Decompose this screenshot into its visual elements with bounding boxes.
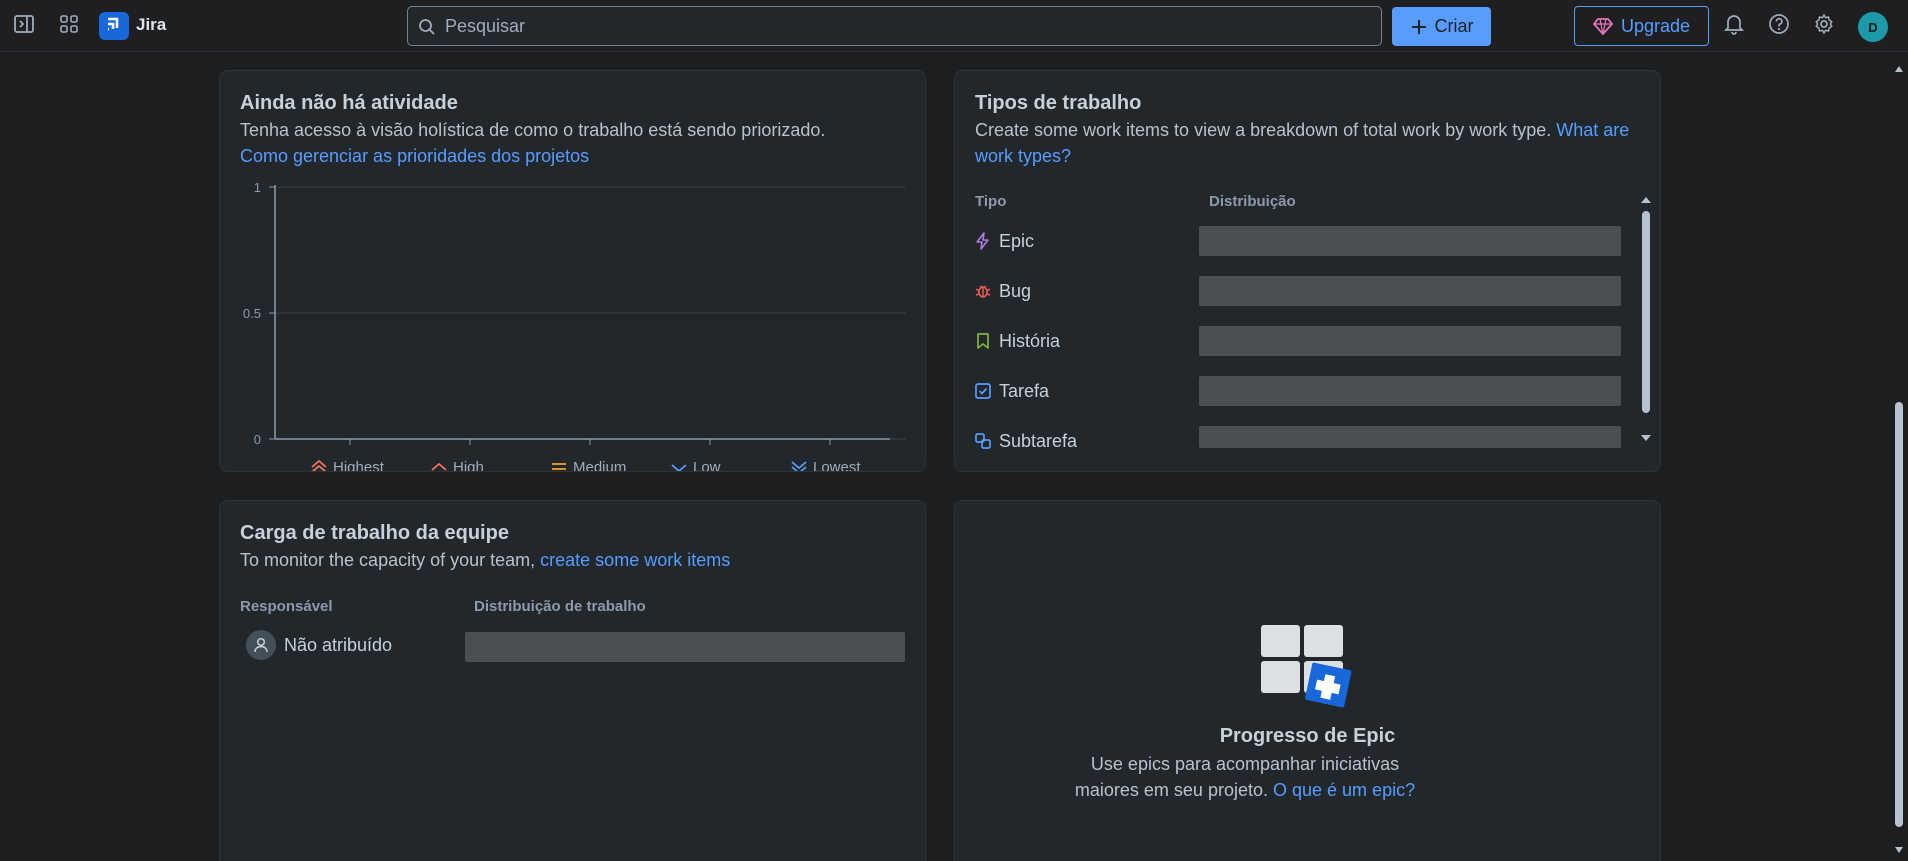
category-label: High	[453, 459, 484, 471]
work-type-row-epic: Epic	[973, 226, 1034, 256]
category-label: Medium	[573, 459, 626, 471]
assignee-name: Não atribuído	[284, 634, 393, 655]
search-box[interactable]	[407, 6, 1382, 46]
priority-help-link[interactable]: Como gerenciar as prioridades dos projet…	[240, 143, 589, 169]
app-switcher-icon[interactable]	[57, 12, 81, 36]
high-priority-icon	[431, 462, 447, 471]
work-type-label: Tarefa	[999, 380, 1050, 401]
distribution-bar	[1199, 426, 1621, 448]
distribution-column-header: Distribuição	[1209, 193, 1296, 210]
priority-card-subtitle: Tenha acesso à visão holística de como o…	[240, 120, 826, 140]
workload-distribution-bar	[465, 632, 905, 662]
low-priority-icon	[671, 464, 687, 471]
category-label: Low	[693, 459, 721, 471]
create-button[interactable]: Criar	[1392, 7, 1491, 46]
subtask-icon	[973, 431, 993, 451]
bug-icon	[973, 281, 993, 301]
user-avatar[interactable]: D	[1858, 12, 1888, 42]
bell-icon[interactable]	[1722, 12, 1746, 36]
plus-icon	[1411, 19, 1426, 34]
distribution-bar	[1199, 376, 1621, 406]
priority-chart: 1 0.5 0 Highest High Medium Low Lowest	[243, 180, 906, 471]
upgrade-button-label: Upgrade	[1620, 15, 1691, 36]
workload-subtitle: To monitor the capacity of your team, cr…	[240, 547, 910, 573]
type-column-header: Tipo	[975, 193, 1007, 210]
priority-card: Ainda não há atividade Tenha acesso à vi…	[219, 70, 926, 472]
page-scrollbar[interactable]	[1890, 52, 1908, 861]
what-is-epic-link[interactable]: O que é um epic?	[1273, 780, 1415, 800]
category-label: Lowest	[813, 459, 861, 471]
upgrade-button[interactable]: Upgrade	[1574, 6, 1709, 46]
search-icon	[419, 19, 435, 35]
task-icon	[973, 381, 993, 401]
distribution-bar	[1199, 276, 1621, 306]
gem-icon	[1592, 18, 1613, 35]
assignee-row: Não atribuído	[246, 630, 392, 660]
help-icon[interactable]	[1767, 12, 1791, 36]
priority-card-title: Ainda não há atividade	[240, 92, 458, 114]
team-workload-card: Carga de trabalho da equipe To monitor t…	[219, 500, 926, 861]
jira-logo-icon[interactable]	[99, 12, 129, 40]
distribution-bar	[1199, 226, 1621, 256]
workload-title: Carga de trabalho da equipe	[240, 522, 509, 544]
work-types-subtitle-text: Create some work items to view a breakdo…	[975, 120, 1552, 140]
work-types-subtitle: Create some work items to view a breakdo…	[975, 117, 1645, 169]
highest-priority-icon	[311, 459, 327, 471]
work-type-row-story: História	[973, 326, 1060, 356]
top-navigation-bar: Jira Criar Upgrade D	[0, 0, 1908, 52]
workload-subtitle-text: To monitor the capacity of your team,	[240, 550, 536, 570]
epic-progress-title: Progresso de Epic	[1219, 725, 1396, 747]
work-type-label: Bug	[999, 280, 1032, 301]
app-name[interactable]: Jira	[136, 15, 166, 35]
medium-priority-icon	[552, 463, 566, 470]
work-type-label: Epic	[999, 230, 1035, 251]
assignee-column-header: Responsável	[240, 598, 333, 615]
category-label: Highest	[333, 459, 385, 471]
work-type-label: História	[999, 330, 1061, 351]
work-type-row-task: Tarefa	[973, 376, 1049, 406]
create-work-items-link[interactable]: create some work items	[540, 550, 730, 570]
work-types-card: Tipos de trabalho Create some work items…	[954, 70, 1661, 472]
epic-illustration	[1260, 624, 1356, 710]
unassigned-avatar-icon	[246, 630, 276, 660]
epic-progress-description: Use epics para acompanhar iniciativas ma…	[1065, 751, 1425, 803]
story-icon	[973, 331, 993, 351]
gear-icon[interactable]	[1812, 12, 1836, 36]
work-types-scrollbar[interactable]	[1638, 191, 1654, 471]
work-types-title: Tipos de trabalho	[975, 92, 1142, 114]
y-tick-label: 0	[254, 432, 261, 447]
sidebar-toggle-icon[interactable]	[12, 12, 36, 36]
work-type-row-subtask: Subtarefa	[973, 426, 1077, 456]
epic-icon	[973, 231, 993, 251]
work-distribution-column-header: Distribuição de trabalho	[474, 598, 646, 615]
work-type-label: Subtarefa	[999, 430, 1078, 451]
lowest-priority-icon	[791, 461, 807, 471]
epic-progress-card: Progresso de Epic Use epics para acompan…	[954, 500, 1661, 861]
distribution-bar	[1199, 326, 1621, 356]
search-input[interactable]	[445, 14, 1345, 38]
create-button-label: Criar	[1434, 16, 1474, 36]
y-tick-label: 0.5	[243, 306, 261, 321]
y-tick-label: 1	[254, 180, 261, 195]
work-type-row-bug: Bug	[973, 276, 1031, 306]
